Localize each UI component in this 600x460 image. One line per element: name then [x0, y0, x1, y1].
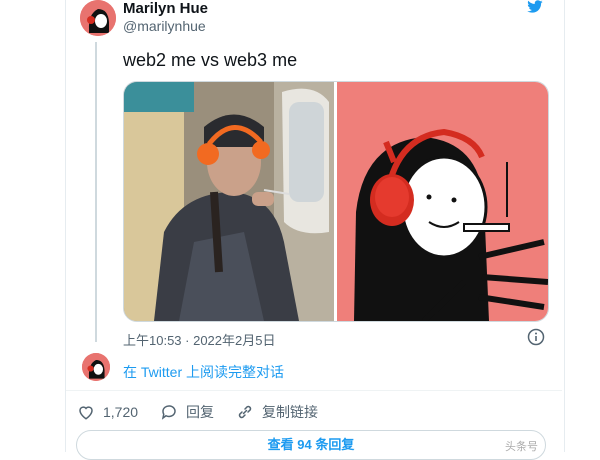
copy-link-label: 复制链接 [262, 404, 319, 420]
like-button[interactable]: 1,720 [77, 403, 138, 421]
link-icon [238, 405, 252, 419]
divider [66, 390, 562, 391]
author-avatar[interactable] [80, 0, 116, 36]
tweet-text: web2 me vs web3 me [123, 50, 298, 70]
info-icon[interactable] [527, 328, 545, 346]
copy-link-button[interactable]: 复制链接 [236, 402, 318, 422]
action-bar: 1,720 回复 复制链接 [77, 402, 340, 422]
heart-icon [79, 406, 93, 420]
reply-label: 回复 [186, 404, 215, 420]
conversation-avatar[interactable] [82, 353, 110, 381]
reply-button[interactable]: 回复 [160, 402, 214, 422]
tweet-media[interactable] [123, 81, 549, 322]
thread-line [95, 42, 97, 342]
tweet-timestamp[interactable]: 上午10:53 · 2022年2月5日 [123, 330, 275, 349]
read-full-conversation-link[interactable]: 在 Twitter 上阅读完整对话 [123, 362, 284, 382]
media-right-drawing[interactable] [337, 82, 548, 321]
likes-count: 1,720 [103, 404, 139, 420]
twitter-bird-icon[interactable] [525, 0, 545, 14]
author-name[interactable]: Marilyn Hue [123, 0, 208, 17]
media-left-photo[interactable] [124, 82, 334, 321]
more-replies-button[interactable]: 查看 94 条回复 [76, 430, 546, 460]
author-handle[interactable]: @marilynhue [123, 18, 206, 34]
reply-icon [161, 405, 176, 420]
